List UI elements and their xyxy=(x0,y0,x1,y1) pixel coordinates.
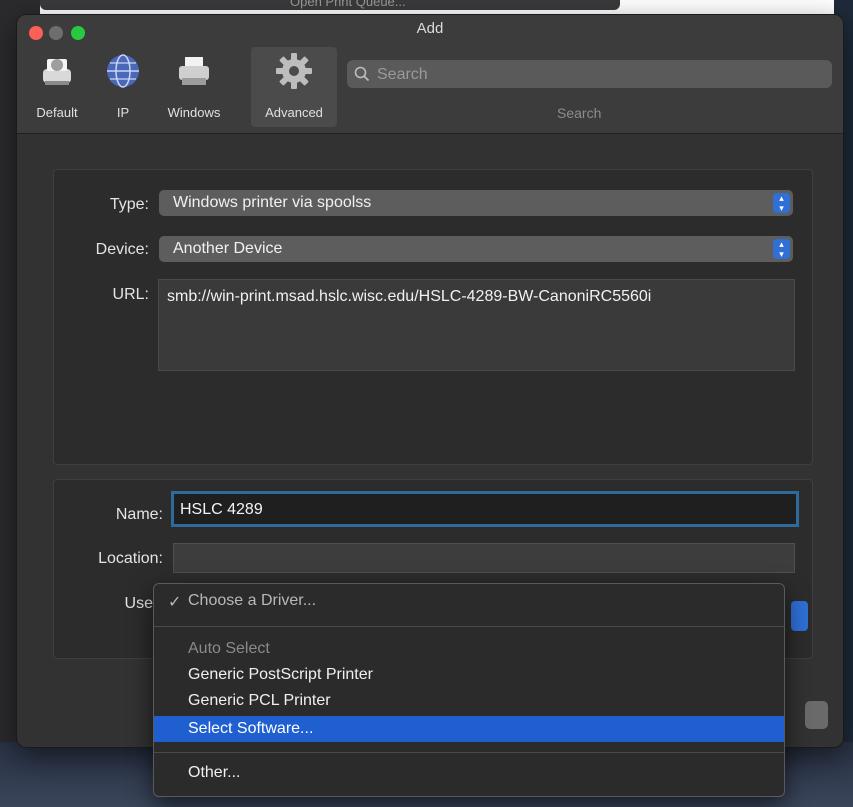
name-field[interactable] xyxy=(171,491,799,527)
location-input[interactable] xyxy=(178,546,771,570)
use-label: Use xyxy=(124,595,153,612)
tool-ip-label: IP xyxy=(116,105,130,120)
menu-item-choose-driver[interactable]: ✓ Choose a Driver... xyxy=(154,590,784,612)
search-input[interactable] xyxy=(375,63,819,87)
window-title: Add xyxy=(416,20,444,37)
name-input[interactable] xyxy=(178,498,773,522)
stepper-icon: ▴ ▾ xyxy=(773,193,790,213)
device-value: Another Device xyxy=(173,240,283,257)
menu-item-label: Generic PostScript Printer xyxy=(188,666,373,683)
menu-item-generic-postscript[interactable]: Generic PostScript Printer xyxy=(154,664,784,686)
menu-item-other[interactable]: Other... xyxy=(154,762,784,784)
windows-printer-icon xyxy=(179,57,209,85)
device-popup[interactable]: Another Device ▴ ▾ xyxy=(159,236,793,262)
search-label: Search xyxy=(557,105,602,121)
title-bar: Add Default IP Windows Advanced Search S… xyxy=(17,15,843,134)
device-label: Device: xyxy=(95,241,149,258)
background-window-title: Open Print Queue... xyxy=(290,0,406,9)
menu-item-select-software[interactable]: Select Software... xyxy=(154,716,784,742)
menu-item-label: Select Software... xyxy=(188,720,314,737)
type-popup[interactable]: Windows printer via spoolss ▴ ▾ xyxy=(159,190,793,216)
tool-ip[interactable]: IP xyxy=(97,47,149,127)
tool-windows[interactable]: Windows xyxy=(155,47,233,127)
tool-default[interactable]: Default xyxy=(21,47,93,127)
use-popup-stepper[interactable] xyxy=(791,601,808,631)
type-value: Windows printer via spoolss xyxy=(173,194,372,211)
menu-separator xyxy=(154,752,784,753)
tool-advanced-label: Advanced xyxy=(265,105,323,120)
location-field[interactable] xyxy=(173,543,795,573)
url-label: URL: xyxy=(112,286,149,303)
driver-menu: ✓ Choose a Driver... Auto Select Generic… xyxy=(153,583,785,797)
background-window: Open Print Queue... xyxy=(40,0,620,10)
menu-separator xyxy=(154,626,784,627)
menu-item-label: Auto Select xyxy=(188,640,270,657)
menu-item-label: Other... xyxy=(188,764,241,781)
stepper-icon: ▴ ▾ xyxy=(773,239,790,259)
url-value: smb://win-print.msad.hslc.wisc.edu/HSLC-… xyxy=(167,288,652,305)
search-icon xyxy=(354,66,370,82)
type-label: Type: xyxy=(109,196,149,213)
location-label: Location: xyxy=(98,550,163,567)
search-field[interactable] xyxy=(347,60,832,88)
tool-advanced[interactable]: Advanced xyxy=(251,47,337,127)
menu-item-auto-select: Auto Select xyxy=(154,638,784,660)
globe-icon xyxy=(107,54,139,88)
tool-windows-label: Windows xyxy=(167,105,221,120)
tool-default-label: Default xyxy=(36,105,78,120)
url-field[interactable]: smb://win-print.msad.hslc.wisc.edu/HSLC-… xyxy=(158,279,795,371)
menu-item-label: Choose a Driver... xyxy=(188,592,317,609)
menu-item-label: Generic PCL Printer xyxy=(188,692,331,709)
menu-item-generic-pcl[interactable]: Generic PCL Printer xyxy=(154,690,784,712)
gear-icon xyxy=(276,53,312,89)
add-button[interactable] xyxy=(805,701,828,729)
default-printer-icon xyxy=(43,59,71,85)
name-label: Name: xyxy=(115,506,163,523)
checkmark-icon: ✓ xyxy=(168,594,182,611)
